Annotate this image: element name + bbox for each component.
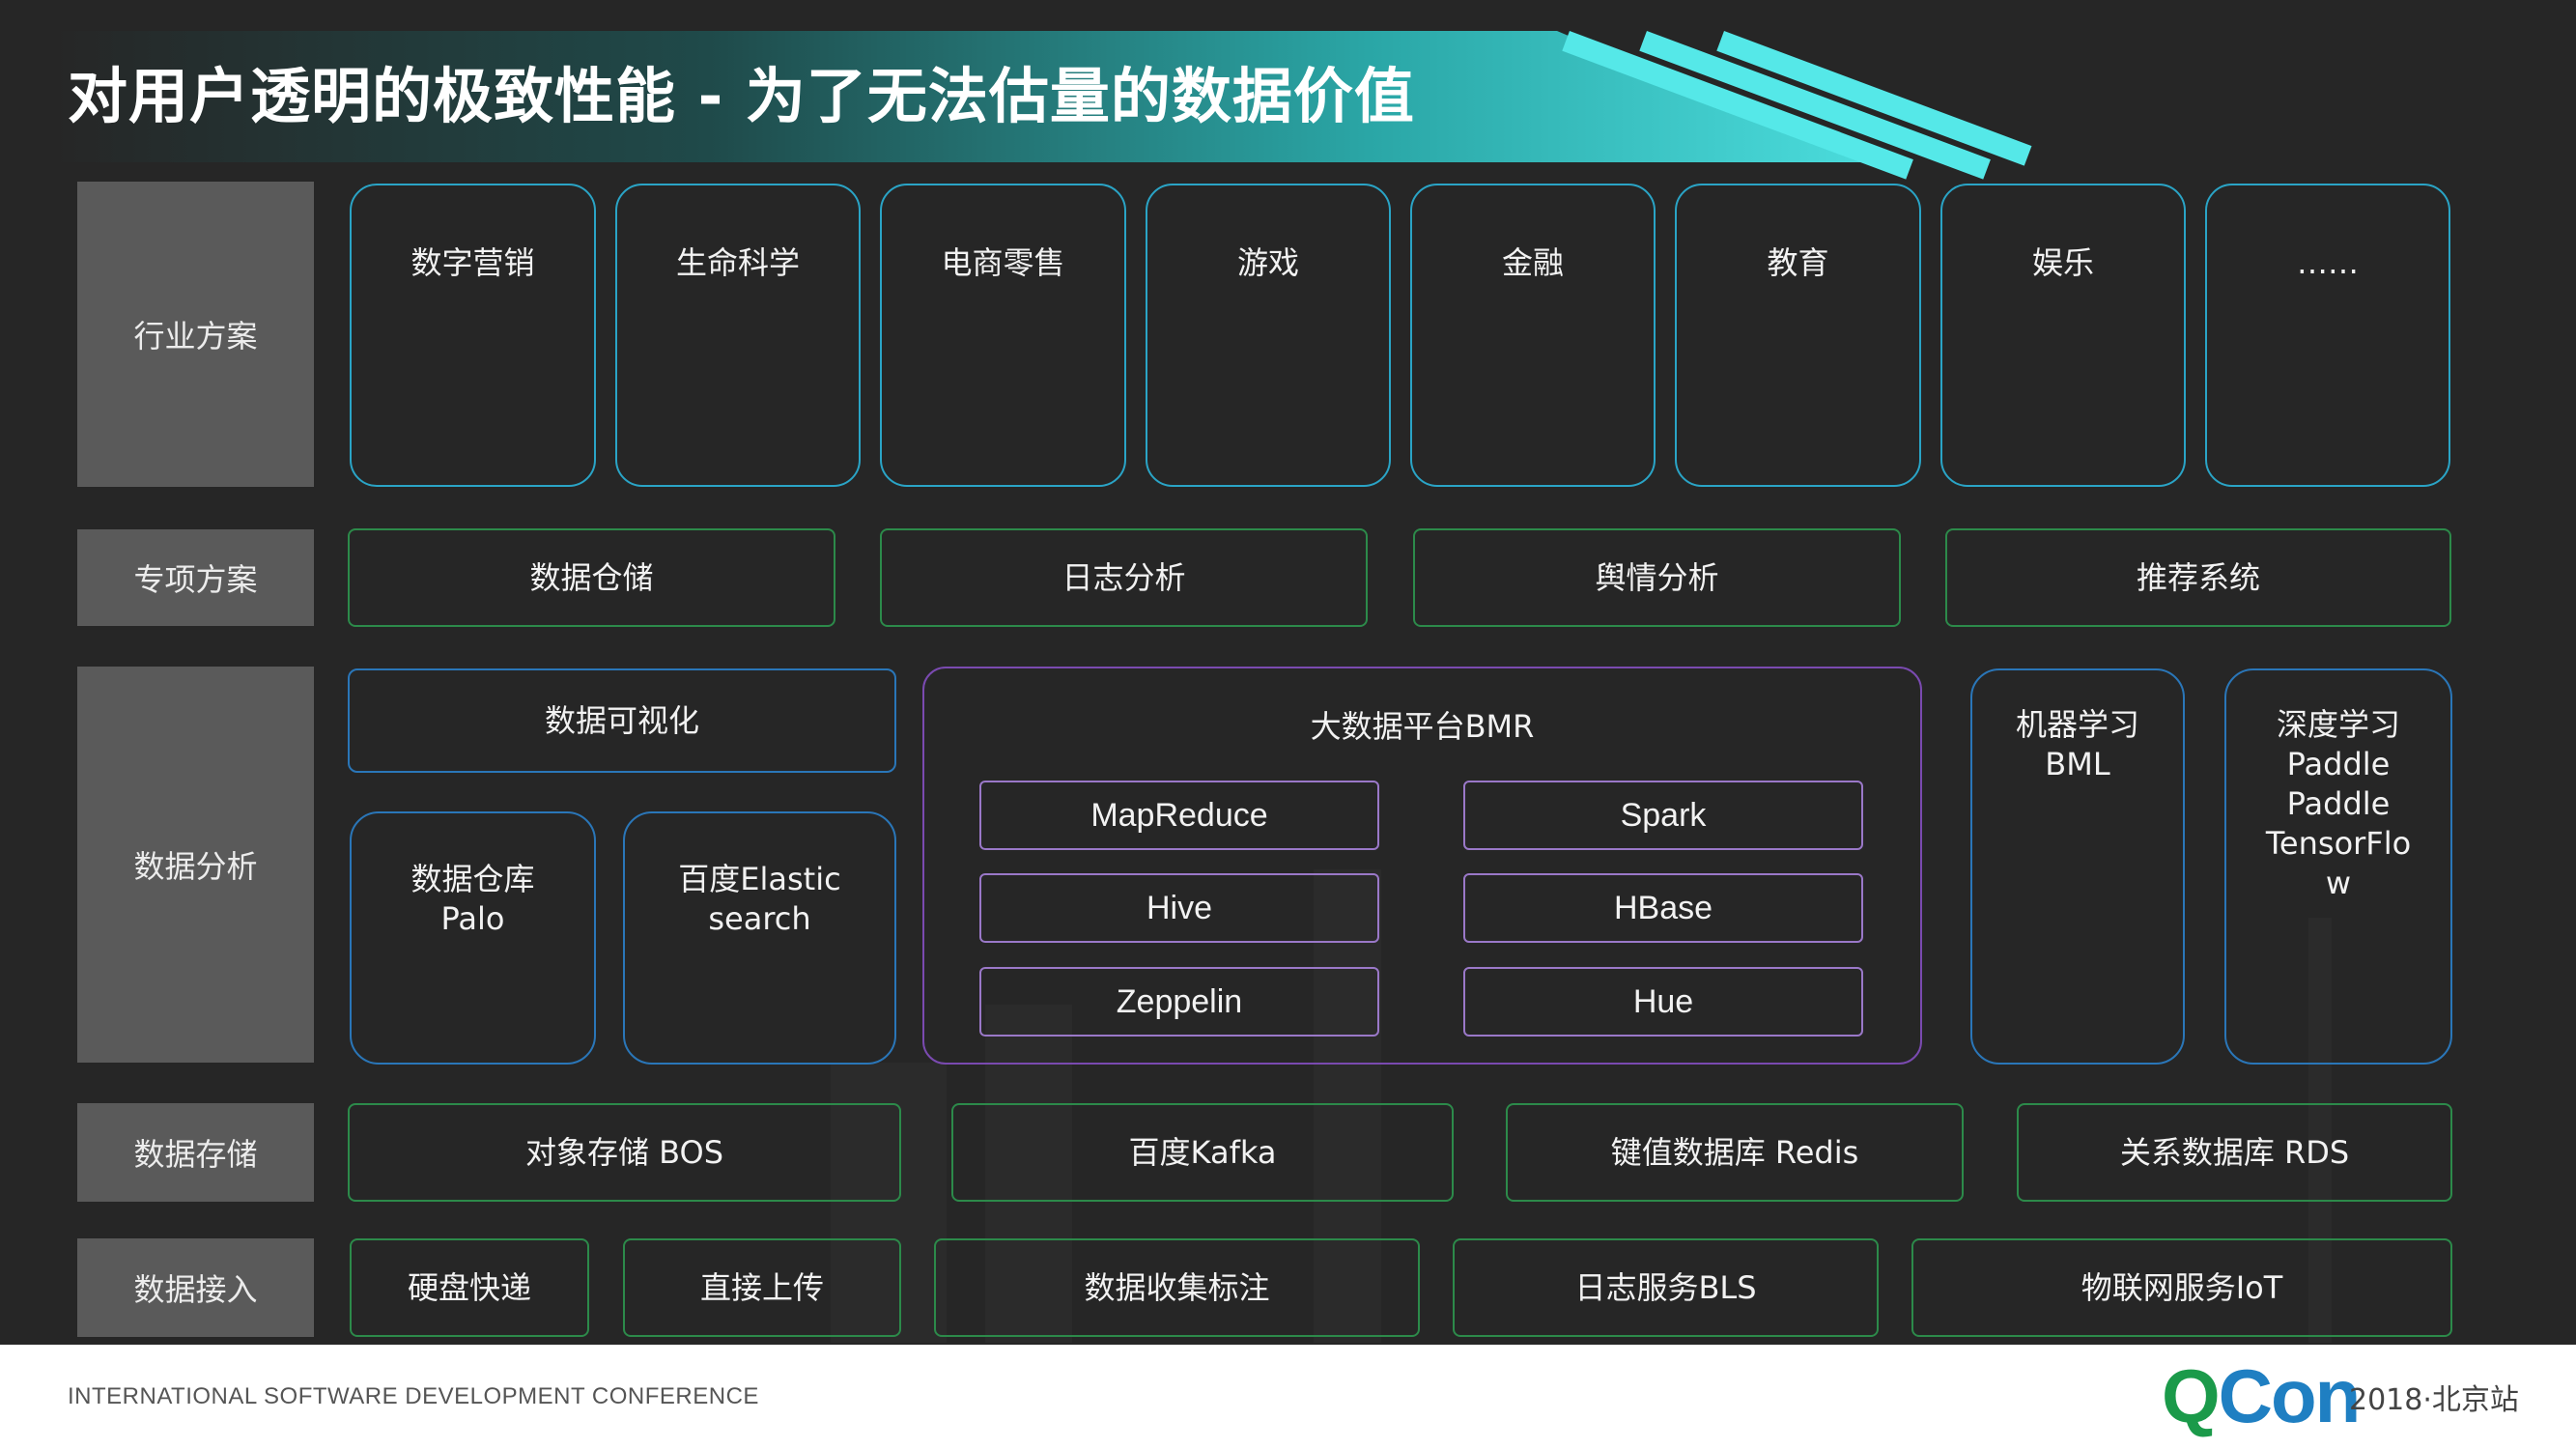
bmr-hbase[interactable]: HBase bbox=[1463, 873, 1863, 943]
special-data-warehouse[interactable]: 数据仓储 bbox=[348, 528, 835, 627]
bmr-zeppelin[interactable]: Zeppelin bbox=[979, 967, 1379, 1037]
special-log-analysis[interactable]: 日志分析 bbox=[880, 528, 1368, 627]
bmr-hive[interactable]: Hive bbox=[979, 873, 1379, 943]
access-direct-upload[interactable]: 直接上传 bbox=[623, 1238, 901, 1337]
industry-finance[interactable]: 金融 bbox=[1410, 184, 1656, 487]
conference-name: INTERNATIONAL SOFTWARE DEVELOPMENT CONFE… bbox=[68, 1383, 759, 1409]
industry-digital-marketing[interactable]: 数字营销 bbox=[350, 184, 596, 487]
bmr-mapreduce[interactable]: MapReduce bbox=[979, 781, 1379, 850]
qcon-logo: QCon bbox=[2162, 1352, 2362, 1440]
access-data-collection[interactable]: 数据收集标注 bbox=[934, 1238, 1420, 1337]
baidu-elasticsearch[interactable]: 百度Elastic search bbox=[623, 811, 896, 1065]
access-disk-delivery[interactable]: 硬盘快递 bbox=[350, 1238, 589, 1337]
storage-kafka[interactable]: 百度Kafka bbox=[951, 1103, 1454, 1202]
bmr-hue[interactable]: Hue bbox=[1463, 967, 1863, 1037]
industry-life-science[interactable]: 生命科学 bbox=[615, 184, 861, 487]
category-special: 专项方案 bbox=[77, 529, 314, 626]
category-access: 数据接入 bbox=[77, 1238, 314, 1337]
special-recommendation[interactable]: 推荐系统 bbox=[1945, 528, 2451, 627]
storage-redis[interactable]: 键值数据库 Redis bbox=[1506, 1103, 1964, 1202]
qcon-logo-con: Con bbox=[2218, 1353, 2362, 1438]
category-analysis: 数据分析 bbox=[77, 667, 314, 1063]
industry-games[interactable]: 游戏 bbox=[1146, 184, 1391, 487]
industry-ecommerce[interactable]: 电商零售 bbox=[880, 184, 1126, 487]
slide: 对用户透明的极致性能 - 为了无法估量的数据价值 行业方案 专项方案 数据分析 … bbox=[0, 0, 2576, 1345]
data-warehouse-palo[interactable]: 数据仓库 Palo bbox=[350, 811, 596, 1065]
storage-rds[interactable]: 关系数据库 RDS bbox=[2017, 1103, 2452, 1202]
access-iot-service[interactable]: 物联网服务IoT bbox=[1911, 1238, 2452, 1337]
year-city-label: 2018·北京站 bbox=[2349, 1383, 2519, 1417]
access-log-service-bls[interactable]: 日志服务BLS bbox=[1453, 1238, 1879, 1337]
data-visualization[interactable]: 数据可视化 bbox=[348, 668, 896, 773]
special-sentiment-analysis[interactable]: 舆情分析 bbox=[1413, 528, 1901, 627]
machine-learning-bml[interactable]: 机器学习 BML bbox=[1970, 668, 2185, 1065]
category-industry: 行业方案 bbox=[77, 182, 314, 487]
industry-education[interactable]: 教育 bbox=[1675, 184, 1921, 487]
bmr-title: 大数据平台BMR bbox=[1310, 708, 1535, 745]
bmr-spark[interactable]: Spark bbox=[1463, 781, 1863, 850]
deep-learning-paddle[interactable]: 深度学习 Paddle Paddle TensorFlo w bbox=[2224, 668, 2452, 1065]
industry-entertainment[interactable]: 娱乐 bbox=[1940, 184, 2186, 487]
storage-bos[interactable]: 对象存储 BOS bbox=[348, 1103, 901, 1202]
industry-more[interactable]: …… bbox=[2205, 184, 2450, 487]
qcon-logo-q: Q bbox=[2162, 1353, 2221, 1438]
page-title: 对用户透明的极致性能 - 为了无法估量的数据价值 bbox=[68, 61, 1415, 131]
category-storage: 数据存储 bbox=[77, 1103, 314, 1202]
